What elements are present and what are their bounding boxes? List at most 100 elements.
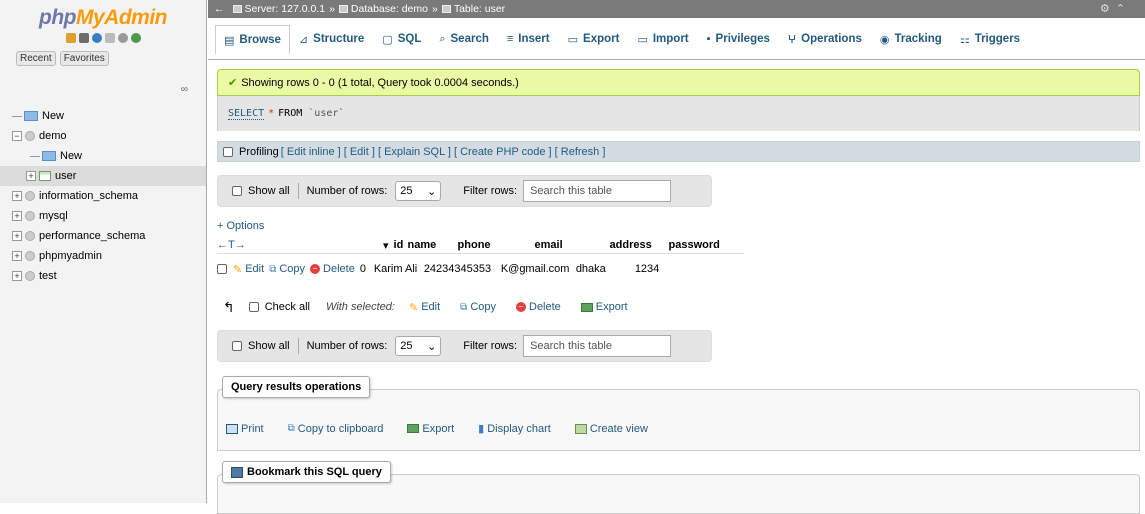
tab-operations[interactable]: ⵖ Operations (779, 25, 871, 53)
sql-icon: ▢ (382, 33, 393, 46)
profiling-bar: Profiling [ Edit inline ] [ Edit ] [ Exp… (217, 141, 1140, 162)
browse-icon: ▤ (224, 34, 235, 47)
navigation-panel: phpMyAdmin Recent Favorites ∞ New − demo… (0, 0, 207, 503)
row-delete-link[interactable]: − Delete (310, 263, 355, 275)
tree-item-new[interactable]: New (0, 106, 206, 126)
reload-icon[interactable] (130, 33, 141, 43)
check-icon: ✔ (228, 77, 238, 89)
tree-item-mysql[interactable]: + mysql (0, 206, 206, 226)
database-icon (25, 231, 35, 241)
database-icon (25, 211, 35, 221)
bulk-delete-button[interactable]: − Delete (516, 301, 561, 313)
expand-icon[interactable]: + (12, 191, 22, 201)
pencil-icon: ✎ (233, 263, 243, 276)
breadcrumb: ← Server: 127.0.0.1 » Database: demo » T… (208, 0, 1145, 18)
export-icon (407, 424, 420, 433)
docs-icon[interactable] (104, 33, 115, 43)
tab-browse[interactable]: ▤ Browse (215, 25, 290, 54)
tab-sql[interactable]: ▢ SQL (373, 25, 430, 53)
column-arrows[interactable]: ←T→ (217, 239, 383, 251)
link-icon[interactable]: ∞ (181, 84, 188, 95)
tab-privileges[interactable]: ▪ Privileges (698, 25, 779, 53)
bulk-export-button[interactable]: Export (580, 301, 628, 313)
settings-icons[interactable]: ⚙⌃ (1100, 2, 1131, 15)
bulk-edit-button[interactable]: ✎ Edit (409, 301, 440, 314)
delete-icon: − (516, 302, 526, 312)
quick-links (0, 33, 206, 43)
privileges-icon: ▪ (706, 33, 711, 45)
options-link[interactable]: + Options (217, 220, 264, 232)
bookmark-toggle[interactable]: Bookmark this SQL query (222, 461, 391, 483)
favorites-tab[interactable]: Favorites (59, 51, 109, 66)
breadcrumb-server[interactable]: Server: 127.0.0.1 (232, 3, 325, 15)
home-icon[interactable] (65, 33, 76, 43)
database-icon (25, 191, 35, 201)
create-view-button[interactable]: Create view (574, 422, 648, 435)
row-copy-link[interactable]: ⧉ Copy (269, 263, 305, 275)
logout-icon[interactable] (78, 33, 89, 43)
bulk-actions: ↰ Check all With selected: ✎ Edit ⧉ Copy −… (223, 298, 628, 315)
breadcrumb-database[interactable]: Database: demo (338, 3, 428, 15)
expand-icon[interactable]: + (12, 251, 22, 261)
export-icon: ▭ (567, 33, 579, 46)
export-button[interactable]: Export (407, 422, 454, 435)
tree-item-demo[interactable]: − demo (0, 126, 206, 146)
copy-icon: ⧉ (269, 263, 277, 275)
row-checkbox[interactable] (217, 264, 227, 274)
search-icon: ⌕ (439, 32, 446, 45)
print-button[interactable]: Print (226, 422, 264, 435)
help-icon[interactable] (91, 33, 102, 43)
check-all-checkbox[interactable] (248, 302, 259, 312)
collapse-panel-icon[interactable]: ← (214, 3, 225, 15)
row-edit-link[interactable]: ✎ Edit (233, 263, 264, 276)
tree-item-demo-new[interactable]: New (0, 146, 206, 166)
database-icon (25, 271, 35, 281)
tab-export[interactable]: ▭ Export (559, 25, 629, 53)
main-tabs: ▤ Browse ⊿ Structure ▢ SQL ⌕ Search ≡ Insert … (208, 18, 1145, 60)
sort-icon[interactable]: ▾ (383, 239, 389, 252)
show-all-checkbox[interactable] (232, 186, 242, 196)
show-all-checkbox[interactable] (232, 341, 242, 351)
phpmyadmin-logo[interactable]: phpMyAdmin (0, 6, 206, 30)
operations-icon: ⵖ (787, 33, 797, 46)
copy-icon: ⧉ (287, 423, 295, 434)
copy-icon: ⧉ (460, 301, 468, 313)
arrow-up-icon: ↰ (223, 298, 235, 315)
profiling-checkbox[interactable] (223, 146, 233, 157)
database-icon (25, 251, 35, 261)
expand-icon[interactable]: + (12, 211, 22, 221)
tab-triggers[interactable]: ⚏ Triggers (951, 25, 1029, 53)
tab-structure[interactable]: ⊿ Structure (290, 25, 373, 53)
tree-item-test[interactable]: + test (0, 266, 206, 286)
settings-icon[interactable] (117, 33, 128, 43)
tree-item-information-schema[interactable]: + information_schema (0, 186, 206, 206)
rows-select[interactable]: 25 ⌄ (395, 181, 442, 201)
rows-select[interactable]: 25 ⌄ (395, 336, 442, 356)
copy-to-clipboard-button[interactable]: ⧉ Copy to clipboard (288, 422, 384, 435)
tab-insert[interactable]: ≡ Insert (498, 25, 559, 53)
filter-rows-input[interactable]: Search this table (523, 335, 672, 357)
bookmark-icon (231, 466, 243, 478)
collapse-icon[interactable]: − (12, 131, 22, 141)
navigation-bar-top: Show all Number of rows: 25 ⌄ Filter rows… (217, 175, 712, 207)
sql-query-display: SELECT * FROM `user` (217, 96, 1140, 131)
filter-rows-input[interactable]: Search this table (523, 180, 672, 202)
table-icon (39, 171, 51, 181)
expand-icon[interactable]: + (26, 171, 36, 181)
tree-item-phpmyadmin[interactable]: + phpmyadmin (0, 246, 206, 266)
tab-tracking[interactable]: ◉ Tracking (871, 25, 951, 53)
tree-item-user[interactable]: + user (0, 166, 206, 186)
expand-icon[interactable]: + (12, 271, 22, 281)
tab-search[interactable]: ⌕ Search (430, 25, 498, 53)
bulk-copy-button[interactable]: ⧉ Copy (460, 301, 496, 313)
recent-tab[interactable]: Recent (16, 51, 56, 66)
display-chart-button[interactable]: ▮ Display chart (478, 422, 551, 436)
triggers-icon: ⚏ (959, 33, 970, 46)
chevron-down-icon: ⌄ (427, 185, 437, 198)
query-results-operations: Query results operations Print ⧉ Copy to … (217, 376, 1140, 451)
tree-item-performance-schema[interactable]: + performance_schema (0, 226, 206, 246)
tab-import[interactable]: ▭ Import (628, 25, 697, 53)
breadcrumb-table[interactable]: Table: user (441, 3, 505, 15)
query-action-links[interactable]: [ Edit inline ] [ Edit ] [ Explain SQL ]… (281, 146, 606, 158)
expand-icon[interactable]: + (12, 231, 22, 241)
